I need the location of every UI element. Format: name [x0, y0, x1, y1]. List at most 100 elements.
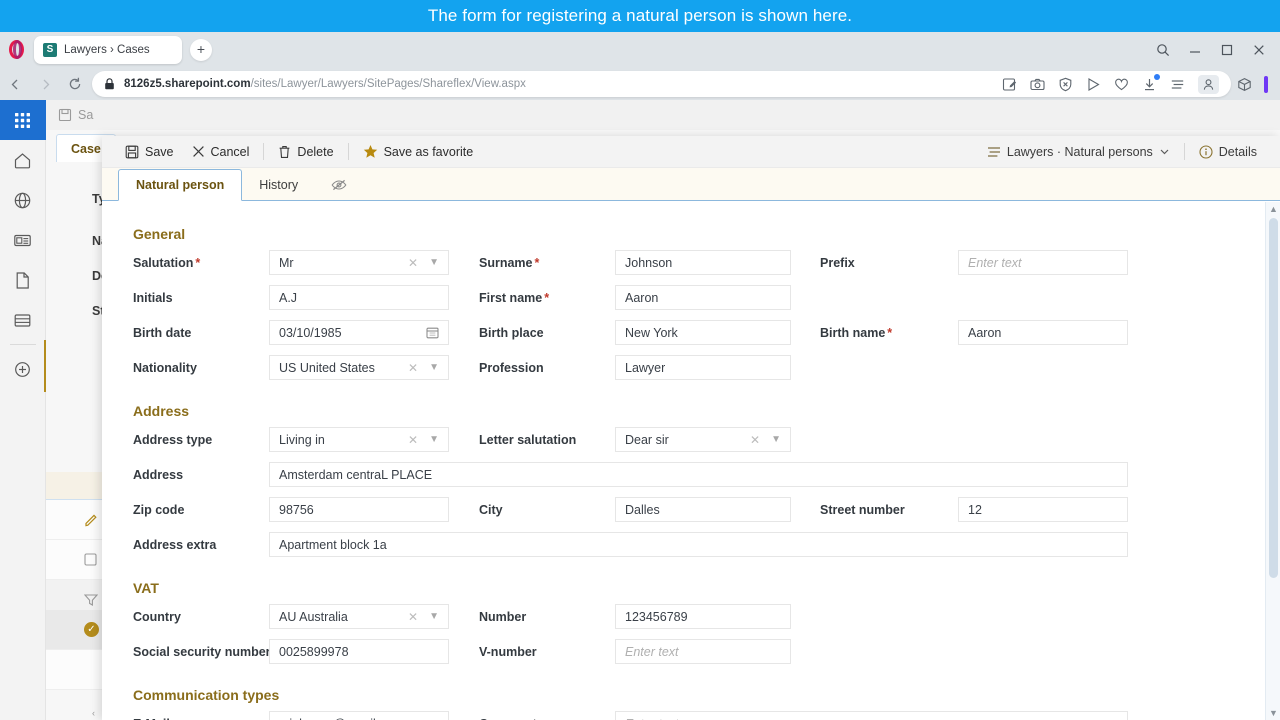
form-scrollbar[interactable]: ▲ ▼ [1265, 202, 1280, 720]
minimize-icon[interactable] [1188, 43, 1202, 57]
forward-button [30, 69, 60, 99]
field-email-comment[interactable]: Enter text [615, 711, 1128, 720]
sidebar-pill-icon[interactable] [1264, 75, 1268, 93]
field-prefix[interactable]: Enter text [958, 250, 1128, 275]
clear-icon[interactable]: ✕ [408, 433, 418, 447]
filter-icon[interactable] [84, 593, 98, 607]
delete-button[interactable]: Delete [269, 137, 342, 167]
field-first-name[interactable]: Aaron [615, 285, 791, 310]
app-launcher-icon[interactable] [0, 100, 46, 140]
section-title-communication-types: Communication types [133, 687, 280, 703]
new-tab-button[interactable]: + [190, 39, 212, 61]
label-social-security-number: Social security number [133, 645, 271, 659]
tab-history[interactable]: History [242, 169, 315, 200]
package-icon[interactable] [1237, 77, 1252, 92]
field-birth-place[interactable]: New York [615, 320, 791, 345]
label-nationality: Nationality [133, 361, 197, 375]
database-icon[interactable] [0, 300, 46, 340]
browser-tab-strip: S Lawyers › Cases + [0, 32, 1280, 68]
delete-label: Delete [297, 144, 334, 159]
background-command-bar: Sa [46, 100, 1280, 130]
field-social-security-number[interactable]: 0025899978 [269, 639, 449, 664]
section-title-general: General [133, 226, 186, 242]
section-title-address: Address [133, 403, 190, 419]
clear-icon[interactable]: ✕ [408, 361, 418, 375]
label-address-extra: Address extra [133, 538, 217, 552]
check-badge-icon: ✓ [84, 622, 99, 637]
adblock-icon[interactable] [1058, 77, 1073, 92]
save-as-favorite-button[interactable]: Save as favorite [354, 137, 483, 167]
chevron-down-icon[interactable]: ▼ [429, 611, 439, 622]
profile-icon[interactable] [1198, 74, 1219, 94]
field-address[interactable]: Amsterdam centraL PLACE [269, 462, 1128, 487]
reload-button[interactable] [60, 69, 90, 99]
field-profession[interactable]: Lawyer [615, 355, 791, 380]
hide-eye-icon[interactable] [315, 169, 363, 200]
field-surname[interactable]: Johnson [615, 250, 791, 275]
tab-natural-person[interactable]: Natural person [118, 169, 243, 201]
add-icon[interactable] [0, 349, 46, 389]
downloads-icon[interactable] [1142, 73, 1160, 92]
field-address-extra[interactable]: Apartment block 1a [269, 532, 1128, 557]
document-icon[interactable] [0, 260, 46, 300]
label-vat-number: Number [479, 610, 527, 624]
calendar-icon[interactable] [426, 326, 439, 339]
field-email[interactable]: a.johnson@email.com [269, 711, 449, 720]
address-bar-row: 8126z5.sharepoint.com/sites/Lawyer/Lawye… [0, 68, 1280, 100]
x-icon [192, 145, 205, 158]
clear-icon[interactable]: ✕ [408, 610, 418, 624]
search-icon[interactable] [1156, 43, 1170, 57]
chevron-down-icon[interactable]: ▼ [429, 257, 439, 268]
field-salutation[interactable]: Mr ✕ ▼ [269, 250, 449, 275]
label-salutation: Salutation * [133, 256, 201, 270]
list-icon [987, 146, 1001, 158]
list-selector[interactable]: Lawyers · Natural persons [978, 137, 1179, 167]
clear-icon[interactable]: ✕ [408, 256, 418, 270]
field-street-number[interactable]: 12 [958, 497, 1128, 522]
form-tab-strip: Natural person History [102, 168, 1280, 201]
heart-icon[interactable] [1114, 77, 1129, 92]
browser-tab[interactable]: S Lawyers › Cases [34, 36, 182, 64]
field-nationality[interactable]: US United States ✕ ▼ [269, 355, 449, 380]
field-country[interactable]: AU Australia ✕ ▼ [269, 604, 449, 629]
field-vat-number[interactable]: 123456789 [615, 604, 791, 629]
label-profession: Profession [479, 361, 544, 375]
window-controls [1156, 43, 1280, 57]
address-url: 8126z5.sharepoint.com/sites/Lawyer/Lawye… [124, 78, 526, 90]
close-icon[interactable] [1252, 43, 1266, 57]
scroll-up-icon[interactable]: ▲ [1266, 202, 1280, 216]
pencil-icon [84, 512, 99, 527]
easy-setup-icon[interactable] [1170, 77, 1185, 92]
chevron-down-icon[interactable]: ▼ [429, 362, 439, 373]
details-button[interactable]: Details [1190, 137, 1266, 167]
back-button[interactable] [0, 69, 30, 99]
home-icon[interactable] [0, 140, 46, 180]
chevron-down-icon[interactable]: ▼ [771, 434, 781, 445]
scroll-thumb[interactable] [1269, 218, 1278, 578]
page-viewport: Sa Case Typ Nar Des Stat Doc Ed [0, 100, 1280, 720]
label-initials: Initials [133, 291, 173, 305]
cancel-button[interactable]: Cancel [183, 137, 259, 167]
field-zip-code[interactable]: 98756 [269, 497, 449, 522]
globe-icon[interactable] [0, 180, 46, 220]
field-city[interactable]: Dalles [615, 497, 791, 522]
scroll-down-icon[interactable]: ▼ [1266, 706, 1280, 720]
section-title-vat: VAT [133, 580, 159, 596]
news-icon[interactable] [0, 220, 46, 260]
field-birth-date[interactable]: 03/10/1985 [269, 320, 449, 345]
field-v-number[interactable]: Enter text [615, 639, 791, 664]
snapshot-icon[interactable] [1030, 77, 1045, 92]
save-button[interactable]: Save [116, 137, 183, 167]
send-icon[interactable] [1086, 77, 1101, 92]
field-initials[interactable]: A.J [269, 285, 449, 310]
field-address-type[interactable]: Living in ✕ ▼ [269, 427, 449, 452]
notes-icon[interactable] [1002, 77, 1017, 92]
field-letter-salutation[interactable]: Dear sir ✕ ▼ [615, 427, 791, 452]
address-input[interactable]: 8126z5.sharepoint.com/sites/Lawyer/Lawye… [92, 71, 1231, 97]
clear-icon[interactable]: ✕ [750, 433, 760, 447]
chevron-down-icon[interactable]: ▼ [429, 434, 439, 445]
checkbox-icon[interactable] [84, 553, 97, 566]
form-command-bar: Save Cancel Delete Save as favorite Lawy… [102, 136, 1280, 168]
field-birth-name[interactable]: Aaron [958, 320, 1128, 345]
maximize-icon[interactable] [1220, 43, 1234, 57]
